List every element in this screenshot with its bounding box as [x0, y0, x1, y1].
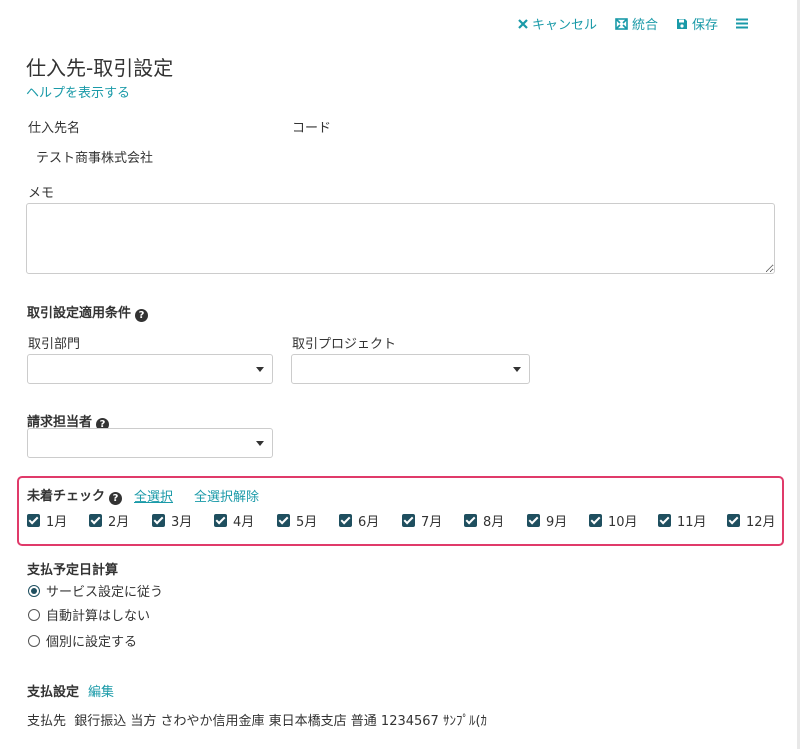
- project-label: 取引プロジェクト: [292, 337, 397, 352]
- month-checkbox-12[interactable]: 12月: [727, 511, 776, 530]
- month-label: 2月: [108, 515, 130, 530]
- chevron-down-icon: [513, 367, 521, 372]
- month-checkbox-7[interactable]: 7月: [402, 511, 442, 530]
- chevron-down-icon: [256, 367, 264, 372]
- month-label: 9月: [546, 515, 568, 530]
- month-label: 6月: [358, 515, 380, 530]
- merge-label: 統合: [632, 18, 659, 33]
- save-button[interactable]: 保存: [676, 14, 718, 33]
- department-select[interactable]: [27, 354, 273, 384]
- radio-label: サービス設定に従う: [46, 585, 164, 600]
- radio-icon[interactable]: [28, 608, 40, 621]
- month-label: 11月: [677, 515, 707, 530]
- save-label: 保存: [692, 18, 719, 33]
- payment-settings-heading: 支払設定: [27, 685, 80, 700]
- unarrived-check-label: 未着チェック: [27, 489, 106, 504]
- billing-select[interactable]: [27, 428, 273, 458]
- checkbox-checked-icon[interactable]: [402, 514, 415, 527]
- cancel-button[interactable]: キャンセル: [518, 14, 597, 33]
- conditions-heading: 取引設定適用条件?: [27, 302, 149, 322]
- radio-icon[interactable]: [28, 634, 40, 647]
- department-label: 取引部門: [28, 337, 81, 352]
- checkbox-checked-icon[interactable]: [277, 514, 290, 527]
- memo-textarea[interactable]: [26, 203, 775, 274]
- checkbox-checked-icon[interactable]: [727, 514, 740, 527]
- payment-calc-heading: 支払予定日計算: [27, 563, 119, 578]
- checkbox-checked-icon[interactable]: [589, 514, 602, 527]
- supplier-name-value: テスト商事株式会社: [36, 151, 154, 166]
- radio-no-auto-calc[interactable]: 自動計算はしない: [28, 605, 150, 624]
- hamburger-icon: [736, 18, 749, 29]
- checkbox-checked-icon[interactable]: [214, 514, 227, 527]
- page-title: 仕入先-取引設定: [26, 56, 174, 80]
- merge-icon: [615, 17, 628, 30]
- project-select[interactable]: [291, 354, 530, 384]
- month-checkbox-11[interactable]: 11月: [658, 511, 707, 530]
- checkbox-checked-icon[interactable]: [152, 514, 165, 527]
- month-checkbox-5[interactable]: 5月: [277, 511, 317, 530]
- radio-label: 自動計算はしない: [46, 609, 151, 624]
- month-label: 8月: [483, 515, 505, 530]
- month-checkbox-4[interactable]: 4月: [214, 511, 254, 530]
- chevron-down-icon: [256, 441, 264, 446]
- month-checkbox-6[interactable]: 6月: [339, 511, 379, 530]
- conditions-heading-text: 取引設定適用条件: [27, 306, 132, 321]
- month-checkbox-9[interactable]: 9月: [527, 511, 567, 530]
- supplier-name-label: 仕入先名: [28, 121, 81, 136]
- month-label: 7月: [421, 515, 443, 530]
- month-label: 12月: [746, 515, 776, 530]
- month-checkbox-3[interactable]: 3月: [152, 511, 192, 530]
- month-checkbox-2[interactable]: 2月: [89, 511, 129, 530]
- payment-detail: 支払先 銀行振込 当方 さわやか信用金庫 東日本橋支店 普通 1234567 ｻ…: [27, 714, 488, 729]
- radio-follow-service[interactable]: サービス設定に従う: [28, 581, 163, 600]
- merge-button[interactable]: 統合: [615, 14, 658, 33]
- month-label: 4月: [233, 515, 255, 530]
- memo-label: メモ: [28, 186, 55, 201]
- checkbox-checked-icon[interactable]: [339, 514, 352, 527]
- month-checkbox-1[interactable]: 1月: [27, 511, 67, 530]
- month-checkbox-10[interactable]: 10月: [589, 511, 638, 530]
- code-label: コード: [292, 121, 332, 136]
- month-checkbox-8[interactable]: 8月: [464, 511, 504, 530]
- radio-label: 個別に設定する: [46, 635, 138, 650]
- month-label: 3月: [171, 515, 193, 530]
- month-label: 5月: [296, 515, 318, 530]
- radio-individual[interactable]: 個別に設定する: [28, 631, 137, 650]
- checkbox-checked-icon[interactable]: [89, 514, 102, 527]
- checkbox-checked-icon[interactable]: [527, 514, 540, 527]
- cancel-label: キャンセル: [532, 18, 598, 33]
- help-icon[interactable]: ?: [109, 492, 123, 505]
- close-icon: [518, 18, 528, 29]
- radio-selected-icon[interactable]: [28, 584, 40, 597]
- unarrived-check-heading: 未着チェック?: [27, 485, 123, 505]
- edit-payment-link[interactable]: 編集: [88, 681, 114, 700]
- deselect-all-link[interactable]: 全選択解除: [194, 486, 259, 505]
- month-label: 10月: [608, 515, 638, 530]
- month-label: 1月: [46, 515, 68, 530]
- toolbar: キャンセル 統合 保存: [518, 14, 770, 33]
- help-icon[interactable]: ?: [135, 309, 149, 322]
- save-icon: [677, 18, 688, 29]
- checkbox-checked-icon[interactable]: [27, 514, 40, 527]
- select-all-link[interactable]: 全選択: [134, 486, 173, 505]
- checkbox-checked-icon[interactable]: [464, 514, 477, 527]
- checkbox-checked-icon[interactable]: [658, 514, 671, 527]
- menu-button[interactable]: [736, 18, 752, 29]
- help-link[interactable]: ヘルプを表示する: [26, 82, 130, 101]
